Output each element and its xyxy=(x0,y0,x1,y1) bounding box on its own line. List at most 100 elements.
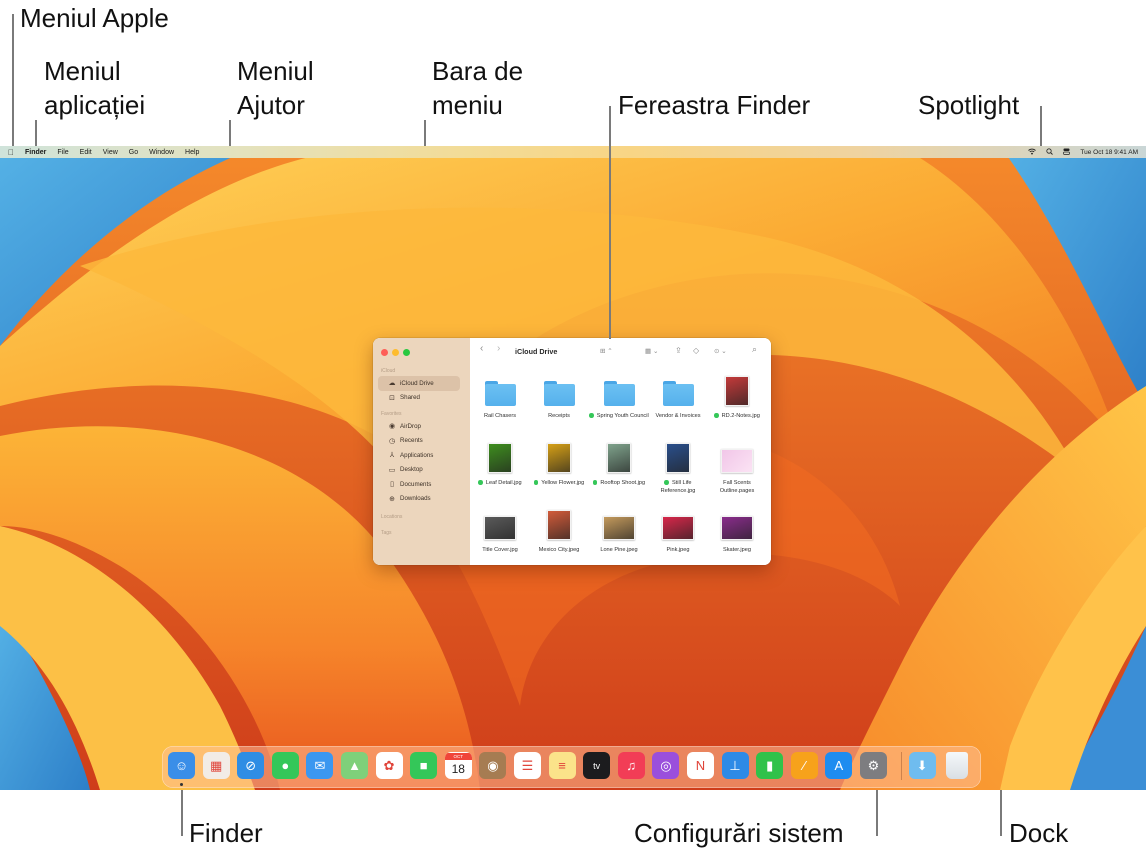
file-item[interactable]: Lone Pine.jpeg xyxy=(589,508,649,554)
menu-app-name[interactable]: Finder xyxy=(25,149,46,156)
menu-bar-clock[interactable]: Tue Oct 18 9:41 AM xyxy=(1080,149,1138,156)
file-item[interactable]: RD.2-Notes.jpg xyxy=(707,374,767,420)
file-item[interactable]: Rooftop Shoot.jpg xyxy=(589,441,649,487)
window-zoom-button[interactable] xyxy=(403,349,410,356)
file-name: Yellow Flower.jpg xyxy=(529,479,589,487)
reminders-icon[interactable]: ☰ xyxy=(514,752,541,779)
callout-finder: Finder xyxy=(189,818,263,848)
file-item[interactable]: Fall Scents Outline.pages xyxy=(707,441,767,495)
file-name: Vendor & Invoices xyxy=(648,412,708,420)
podcasts-icon[interactable]: ◎ xyxy=(652,752,680,779)
launchpad-icon[interactable]: ▦ xyxy=(202,752,230,779)
trash-icon[interactable] xyxy=(946,752,969,779)
file-item[interactable]: Spring Youth Council xyxy=(589,374,649,420)
file-name-text: Pink.jpeg xyxy=(666,547,690,553)
callout-spotlight: Spotlight xyxy=(918,90,1020,120)
contacts-icon[interactable]: ◉ xyxy=(479,752,507,779)
group-button[interactable]: ▦ ⌄ xyxy=(645,347,658,355)
green-tag-icon xyxy=(533,480,539,485)
back-button[interactable]: ‹ xyxy=(480,343,483,354)
finder-icon[interactable]: ☺ xyxy=(168,752,195,779)
sidebar-item-recents[interactable]: ◷ Recents xyxy=(378,434,460,449)
menu-help[interactable]: Help xyxy=(185,149,199,156)
menu-window[interactable]: Window xyxy=(149,149,174,156)
downloads-folder-icon[interactable]: ⬇ xyxy=(908,752,936,779)
file-name: Title Cover.jpg xyxy=(470,546,530,554)
file-item[interactable]: Rail Chasers xyxy=(470,374,530,420)
apple-tv-icon[interactable]: tv xyxy=(583,752,611,779)
menu-view[interactable]: View xyxy=(103,149,118,156)
spotlight-icon[interactable] xyxy=(1046,147,1054,157)
search-button[interactable]: ⌕ xyxy=(752,344,757,355)
file-item[interactable]: Receipts xyxy=(529,374,589,420)
file-name-text: Lone Pine.jpeg xyxy=(600,547,638,553)
file-item[interactable]: Leaf Detail.jpg xyxy=(470,441,530,487)
sidebar-item-label: Applications xyxy=(400,451,434,459)
sidebar-item-shared[interactable]: ⊡ Shared xyxy=(378,391,460,406)
system-settings-icon[interactable]: ⚙ xyxy=(860,752,887,779)
sidebar-section-tags[interactable]: Tags xyxy=(381,528,470,538)
sidebar-item-icloud-drive[interactable]: ☁ iCloud Drive xyxy=(378,376,460,391)
window-title: iCloud Drive xyxy=(515,347,558,356)
menu-go[interactable]: Go xyxy=(129,149,138,156)
photos-icon[interactable]: ✿ xyxy=(375,752,403,779)
share-button[interactable]: ⇪ xyxy=(675,346,682,355)
green-tag-icon xyxy=(664,480,669,485)
menu-bar:  Finder File Edit View Go Window Help T… xyxy=(0,146,1146,158)
app-glyph: ☺ xyxy=(174,758,189,773)
app-glyph: N xyxy=(695,758,706,773)
file-item[interactable]: Pink.jpeg xyxy=(648,508,708,554)
app-glyph: ≡ xyxy=(558,758,566,773)
safari-icon[interactable]: ⊘ xyxy=(237,752,265,779)
file-item[interactable]: Vendor & Invoices xyxy=(648,374,708,420)
window-minimize-button[interactable] xyxy=(392,349,399,356)
sidebar-item-applications[interactable]: ⅄ Applications xyxy=(378,448,460,463)
numbers-icon[interactable]: ▮ xyxy=(756,752,784,779)
file-name-text: Receipts xyxy=(548,413,570,419)
app-glyph: ● xyxy=(281,758,290,773)
wifi-icon[interactable] xyxy=(1028,148,1037,157)
green-tag-icon xyxy=(478,480,483,485)
file-name: Rail Chasers xyxy=(470,412,530,420)
music-icon[interactable]: ♫ xyxy=(617,752,645,779)
more-actions-button[interactable]: ⊙ ⌄ xyxy=(714,347,727,355)
applications-icon: ⅄ xyxy=(389,452,395,460)
messages-icon[interactable]: ● xyxy=(271,752,299,779)
apple-menu-icon[interactable]:  xyxy=(8,148,14,157)
app-glyph: ✉ xyxy=(314,757,326,773)
file-item[interactable]: Mexico City.jpeg xyxy=(529,508,589,554)
sidebar-item-label: Recents xyxy=(400,437,423,445)
maps-icon[interactable]: ▲ xyxy=(341,752,368,779)
sidebar-item-downloads[interactable]: ⊕ Downloads xyxy=(378,492,460,507)
keynote-icon[interactable]: ⊥ xyxy=(721,752,749,779)
image-thumbnail xyxy=(607,443,631,473)
callout-system-settings: Configurări sistem xyxy=(634,818,844,848)
calendar-icon[interactable]: OCT 18 xyxy=(444,752,472,779)
file-item[interactable]: Title Cover.jpg xyxy=(470,508,530,554)
sidebar-item-airdrop[interactable]: ◉ AirDrop xyxy=(378,419,460,434)
news-icon[interactable]: N xyxy=(687,752,714,779)
menu-edit[interactable]: Edit xyxy=(80,149,92,156)
file-item[interactable]: Skater.jpeg xyxy=(707,508,767,554)
forward-button[interactable]: › xyxy=(497,343,500,354)
view-options-button[interactable]: ⊞ ⌃ xyxy=(600,347,613,355)
control-center-icon[interactable] xyxy=(1063,148,1071,157)
app-store-icon[interactable]: A xyxy=(825,752,853,779)
sidebar-item-desktop[interactable]: ▭ Desktop xyxy=(378,463,460,478)
menu-file[interactable]: File xyxy=(57,149,68,156)
facetime-icon[interactable]: ■ xyxy=(410,752,438,779)
sidebar-section-locations[interactable]: Locations xyxy=(381,512,470,522)
pages-icon[interactable]: ∕ xyxy=(790,752,818,779)
finder-sidebar: iCloud ☁ iCloud Drive ⊡ Shared Favorites… xyxy=(373,338,470,565)
file-item[interactable]: Yellow Flower.jpg xyxy=(529,441,589,487)
sidebar-item-documents[interactable]: ▯ Documents xyxy=(378,477,460,492)
app-glyph: ⊘ xyxy=(245,757,257,773)
notes-icon[interactable]: ≡ xyxy=(548,752,576,779)
tag-button[interactable]: ◇ xyxy=(693,346,699,355)
download-icon: ⊕ xyxy=(389,495,395,503)
sidebar-item-label: Desktop xyxy=(400,466,423,474)
window-close-button[interactable] xyxy=(381,349,388,356)
green-tag-icon xyxy=(592,480,598,485)
mail-icon[interactable]: ✉ xyxy=(306,752,334,779)
file-item[interactable]: Still Life Reference.jpg xyxy=(648,441,708,495)
